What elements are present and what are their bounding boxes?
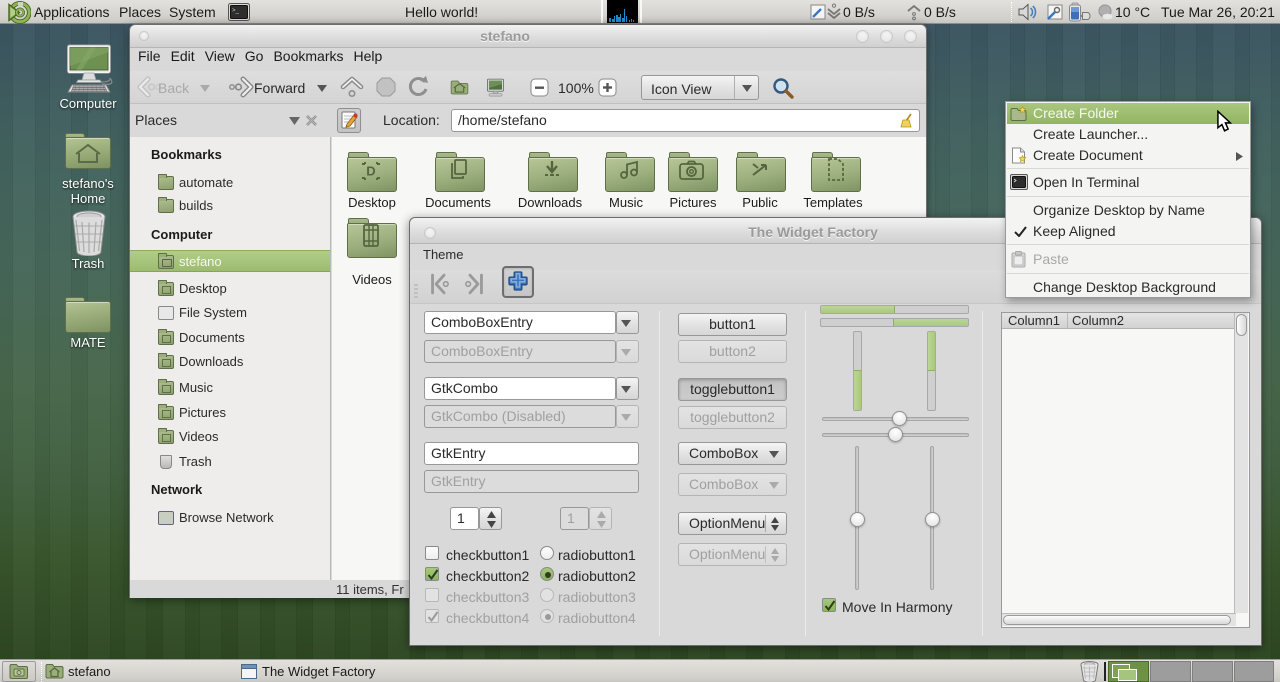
svg-text:>_: >_ [232,8,240,14]
svg-text:D: D [366,164,375,179]
